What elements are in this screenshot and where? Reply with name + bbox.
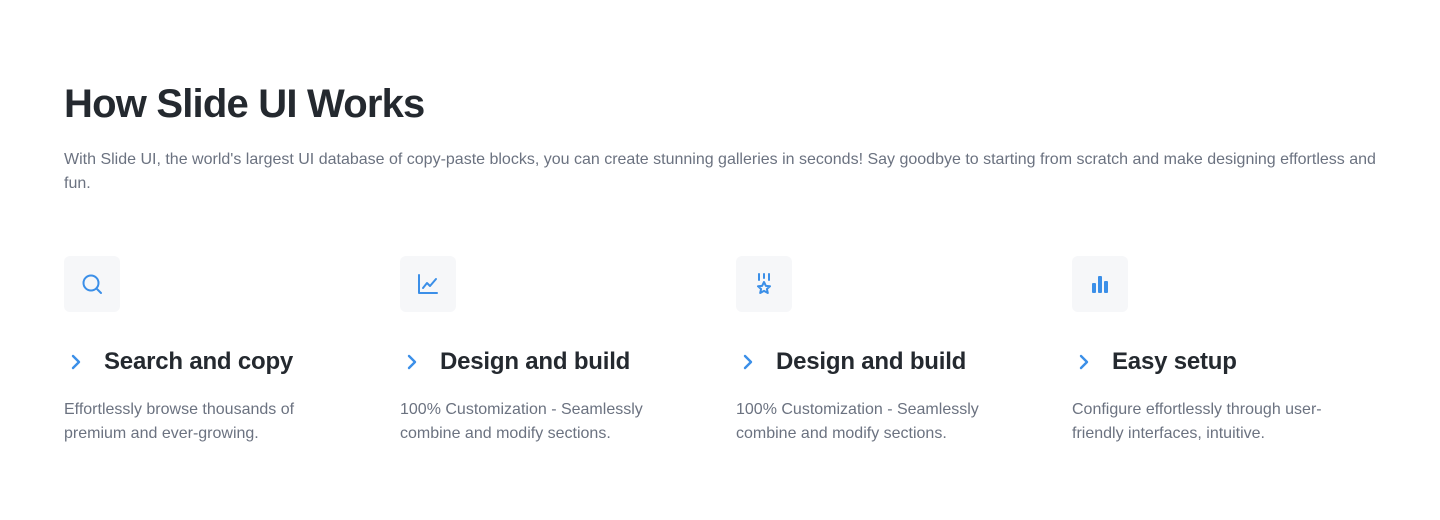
chevron-right-icon bbox=[64, 350, 88, 374]
feature-title-row: Search and copy bbox=[64, 346, 400, 378]
how-it-works-section: How Slide UI Works With Slide UI, the wo… bbox=[0, 0, 1440, 520]
feature-design-and-build: Design and build 100% Customization - Se… bbox=[400, 256, 736, 446]
feature-icon-box bbox=[64, 256, 120, 312]
feature-list: Search and copy Effortlessly browse thou… bbox=[64, 256, 1408, 446]
feature-search-and-copy: Search and copy Effortlessly browse thou… bbox=[64, 256, 400, 446]
feature-title: Search and copy bbox=[104, 348, 294, 375]
feature-title-row: Design and build bbox=[400, 346, 736, 378]
chevron-right-icon bbox=[400, 350, 424, 374]
chevron-right-icon bbox=[1072, 350, 1096, 374]
feature-title: Design and build bbox=[776, 348, 967, 375]
section-description: With Slide UI, the world's largest UI da… bbox=[64, 151, 1376, 192]
bar-chart-icon bbox=[1092, 276, 1108, 293]
feature-description: 100% Customization - Seamlessly combine … bbox=[736, 401, 979, 442]
section-title: How Slide UI Works bbox=[64, 82, 425, 126]
award-star-icon bbox=[757, 273, 771, 294]
line-chart-icon bbox=[418, 274, 438, 294]
feature-title: Design and build bbox=[440, 348, 631, 375]
feature-icon-box bbox=[736, 256, 792, 312]
feature-title-row: Design and build bbox=[736, 346, 1072, 378]
feature-icon-box bbox=[1072, 256, 1128, 312]
feature-easy-setup: Easy setup Configure effortlessly throug… bbox=[1072, 256, 1408, 446]
feature-title: Easy setup bbox=[1112, 348, 1237, 375]
search-icon bbox=[82, 274, 102, 294]
feature-design-and-build-2: Design and build 100% Customization - Se… bbox=[736, 256, 1072, 446]
feature-icon-box bbox=[400, 256, 456, 312]
chevron-right-icon bbox=[736, 350, 760, 374]
feature-description: Effortlessly browse thousands of premium… bbox=[64, 401, 295, 442]
feature-description: 100% Customization - Seamlessly combine … bbox=[400, 401, 643, 442]
feature-description: Configure effortlessly through user-frie… bbox=[1072, 401, 1322, 442]
feature-title-row: Easy setup bbox=[1072, 346, 1408, 378]
